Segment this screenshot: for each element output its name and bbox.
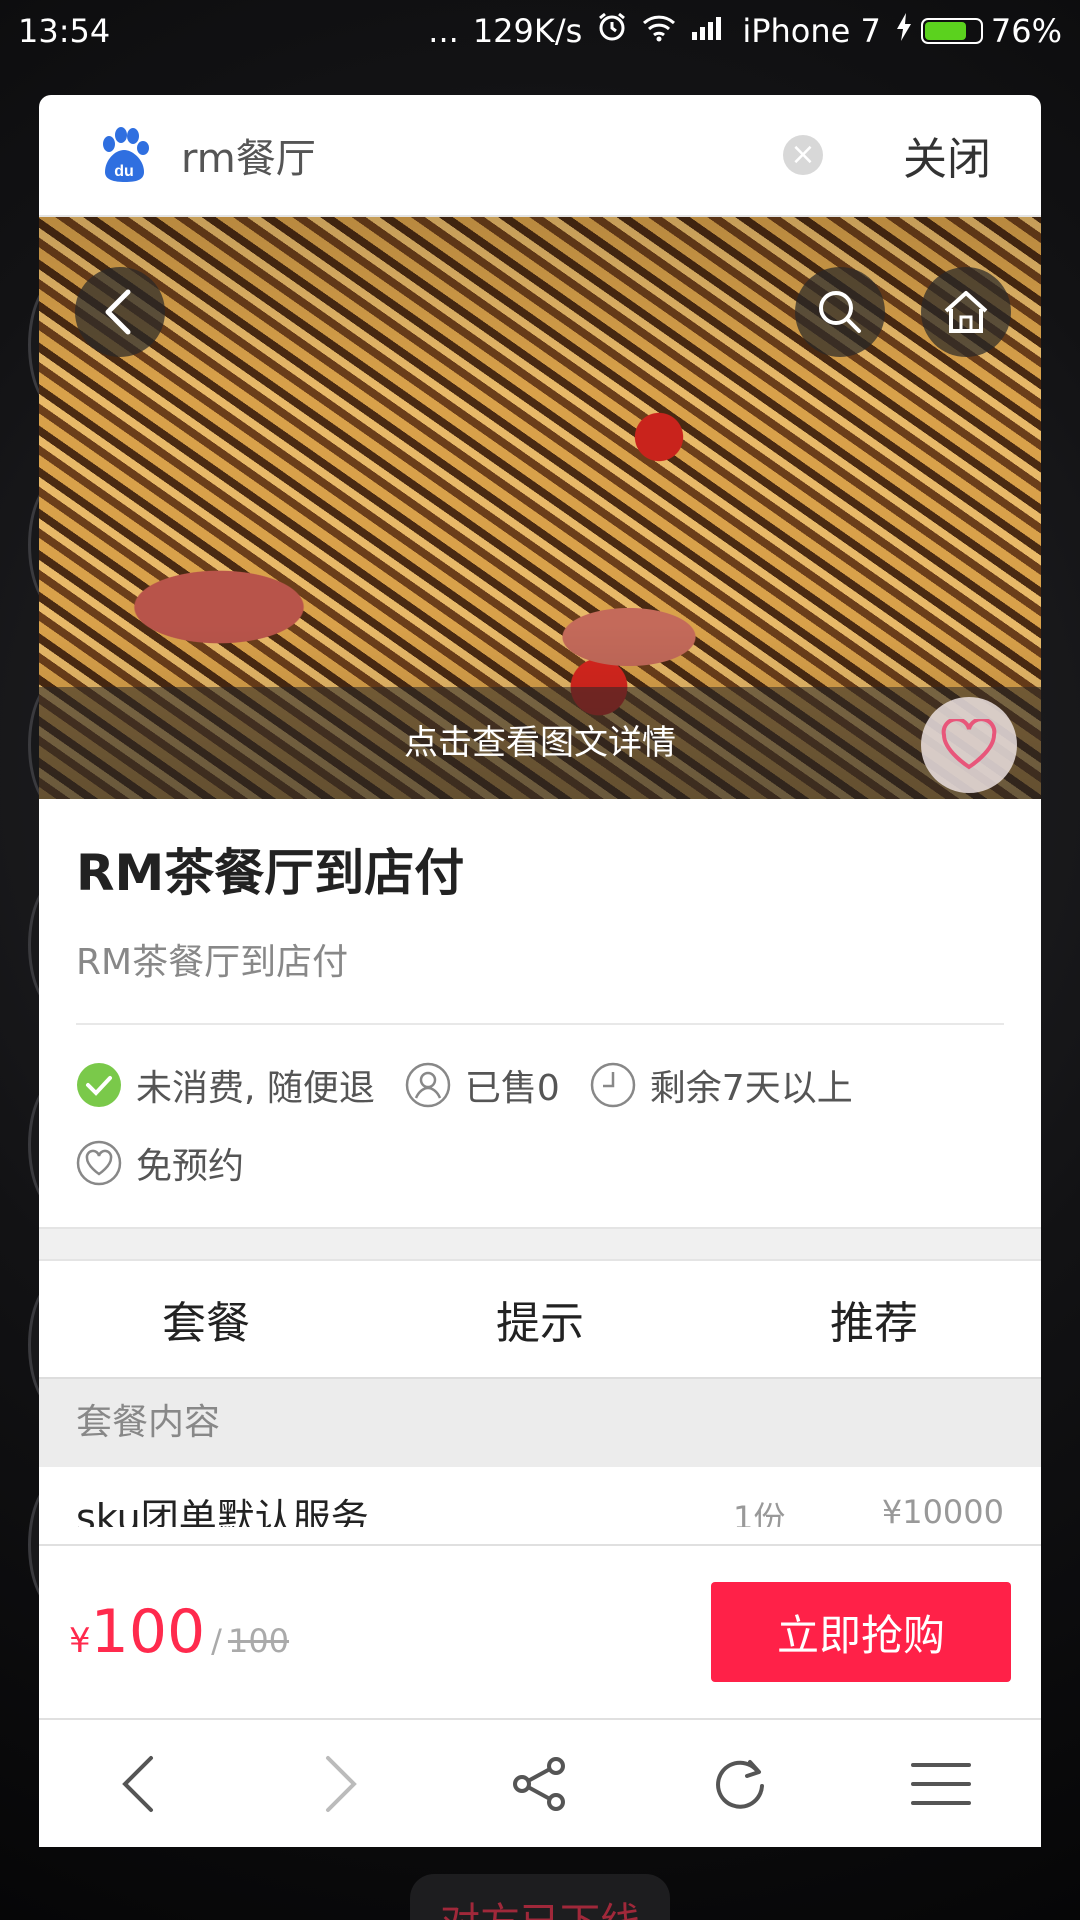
check-circle-icon [77,1063,121,1107]
search-query[interactable]: rm餐厅 [181,126,783,184]
product-sheet: du rm餐厅 × 关闭 点击查看图文详情 RM茶餐厅到店付 RM茶餐厅到店付 … [39,95,1041,1847]
search-bar: du rm餐厅 × 关闭 [39,95,1041,217]
tag-refund: 未消费, 随便退 [76,1061,375,1109]
package-item-name: sku团单默认服务 [76,1496,369,1527]
forward-arrow-icon[interactable] [280,1734,400,1834]
price-block: ¥ 100 / 100 [69,1597,711,1667]
original-price: 100 [227,1622,290,1660]
tag-remaining: 剩余7天以上 [590,1061,853,1109]
tag-no-reservation: 免预约 [76,1139,244,1187]
product-title: RM茶餐厅到店付 [76,844,465,902]
refresh-icon[interactable] [680,1734,800,1834]
battery-icon [920,18,983,44]
status-dots: ... [428,12,459,50]
close-button[interactable]: 关闭 [903,123,991,187]
price-currency: ¥ [69,1621,91,1661]
tab-tips[interactable]: 提示 [373,1261,707,1377]
back-icon[interactable] [75,267,165,357]
menu-icon[interactable] [881,1734,1001,1834]
price-separator: / [211,1622,222,1660]
tag-sold: 已售0 [405,1061,560,1109]
section-divider [39,1227,1041,1261]
offline-notice: 对方已下线 [410,1874,670,1920]
network-speed: 129K/s [472,12,583,50]
battery-indicator: 76% [895,12,1062,50]
product-tags: 未消费, 随便退 已售0 剩余7天以上 免预约 [76,1025,1004,1187]
back-arrow-icon[interactable] [79,1734,199,1834]
charging-icon [895,12,913,50]
wifi-icon [642,12,676,50]
browser-toolbar [39,1718,1041,1847]
tag-label: 剩余7天以上 [649,1068,853,1109]
product-info: RM茶餐厅到店付 RM茶餐厅到店付 未消费, 随便退 已售0 剩余7天以上 免预… [39,799,1041,1187]
tag-label: 免预约 [136,1146,245,1187]
product-image[interactable]: 点击查看图文详情 [39,217,1041,799]
user-icon [405,1062,451,1108]
tag-label: 未消费, 随便退 [136,1068,375,1109]
clear-icon[interactable]: × [783,135,823,175]
product-subtitle: RM茶餐厅到店付 [76,933,1004,1025]
battery-fill [924,22,966,40]
svg-text:du: du [114,163,134,180]
package-item: sku团单默认服务 1份 ¥10000 [39,1467,1041,1527]
tab-recommend[interactable]: 推荐 [707,1261,1041,1377]
signal-icon [690,12,728,50]
package-item-qty: 1份 [733,1499,786,1527]
battery-percent: 76% [990,12,1062,50]
heart-icon[interactable] [921,697,1017,793]
status-time: 13:54 [18,12,111,50]
home-icon[interactable] [921,267,1011,357]
package-item-price: ¥10000 [881,1493,1004,1527]
package-section-label: 套餐内容 [39,1379,1041,1467]
heart-outline-icon [76,1140,122,1186]
tag-label: 已售0 [464,1068,560,1109]
buy-now-button[interactable]: 立即抢购 [711,1582,1011,1682]
alarm-icon [596,11,628,51]
carrier-name: iPhone 7 [742,12,881,50]
purchase-bar: ¥ 100 / 100 立即抢购 [39,1544,1041,1718]
clock-icon [590,1062,636,1108]
detail-tabs: 套餐 提示 推荐 [39,1261,1041,1379]
search-icon[interactable] [795,267,885,357]
current-price: 100 [90,1597,206,1667]
tab-package[interactable]: 套餐 [39,1261,373,1377]
baidu-logo: du [103,127,149,182]
status-bar: 13:54 ... 129K/s iPhone 7 76% [0,0,1080,62]
share-icon[interactable] [480,1734,600,1834]
image-caption[interactable]: 点击查看图文详情 [39,687,1041,799]
